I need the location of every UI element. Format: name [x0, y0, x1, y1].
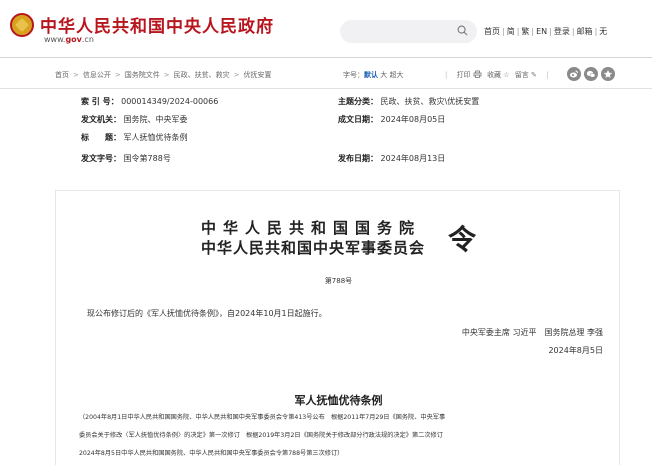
search-input[interactable] — [340, 20, 477, 43]
decree-order-number: 第788号 — [324, 277, 353, 285]
link-home[interactable]: 首页 — [484, 27, 500, 36]
link-mailbox[interactable]: 邮箱 — [577, 27, 593, 36]
meta-date-row: 成文日期： 2024年08月05日 — [338, 114, 445, 125]
chevron-right-icon: > — [163, 71, 170, 79]
chevron-right-icon: > — [233, 71, 240, 79]
meta-date-value: 2024年08月05日 — [380, 115, 446, 124]
top-links: 首页 | 简 | 繁 | EN | 登录 | 邮箱 | 无 — [484, 26, 607, 37]
page-tools: | 打印 收藏 ☆ 留言 ✎ | — [445, 70, 549, 80]
meta-title-label: 标 题： — [81, 133, 121, 142]
favorite-button[interactable]: 收藏 ☆ — [487, 71, 512, 79]
decree-intro: 现公布修订后的《军人抚恤优待条例》，自2024年10月1日起施行。 — [87, 309, 327, 318]
meta-docno-row: 发文字号： 国令第788号 — [81, 153, 171, 166]
meta-issuer-label: 发文机关： — [81, 115, 121, 124]
site-title[interactable]: 中华人民共和国中央人民政府 — [40, 12, 274, 37]
font-size-default[interactable]: 默认 — [364, 71, 378, 79]
breadcrumb-home[interactable]: 首页 — [55, 71, 69, 79]
regulation-title: 军人抚恤优待条例 — [294, 394, 383, 407]
link-simplified[interactable]: 简 — [507, 27, 515, 36]
star-icon: ☆ — [503, 71, 510, 79]
meta-publish-row: 发布日期： 2024年08月13日 — [338, 153, 445, 164]
print-label: 打印 — [456, 71, 471, 79]
meta-index-row: 索 引 号： 000014349/2024-00066 — [81, 96, 218, 109]
print-button[interactable]: 打印 — [456, 70, 484, 79]
link-english[interactable]: EN — [536, 27, 547, 36]
meta-category-label: 主题分类： — [338, 97, 378, 106]
qzone-icon[interactable] — [601, 67, 615, 81]
revision-note-line: 2024年8月5日中华人民共和国国务院、中华人民共和国中央军事委员会令第788号… — [79, 450, 344, 457]
meta-docno-label: 发文字号： — [81, 154, 121, 163]
header-divider — [0, 57, 652, 58]
breadcrumb-preferential-placement[interactable]: 优抚安置 — [244, 71, 272, 79]
link-login[interactable]: 登录 — [554, 27, 570, 36]
breadcrumb-civil-affairs[interactable]: 民政、扶贫、救灾 — [174, 71, 230, 79]
breadcrumb-divider — [0, 88, 652, 89]
font-size-label: 字号： — [343, 71, 364, 79]
decree-heading-military-commission: 中华人民共和国中央军事委员会 — [201, 239, 426, 257]
national-emblem-icon[interactable] — [10, 13, 34, 37]
separator: | — [549, 27, 552, 36]
meta-title-row: 标 题： 军人抚恤优待条例 — [81, 132, 188, 145]
separator: | — [445, 71, 448, 79]
meta-index-label: 索 引 号： — [81, 97, 119, 106]
meta-docno-value: 国令第788号 — [123, 154, 171, 163]
site-url[interactable]: www.gov.cn — [44, 35, 94, 44]
share-icons — [567, 67, 618, 81]
meta-publish-value: 2024年08月13日 — [380, 154, 446, 163]
decree-heading-state-council: 中华人民共和国国务院 — [201, 219, 422, 237]
link-accessibility[interactable]: 无 — [599, 27, 607, 36]
separator: | — [571, 27, 575, 36]
message-label: 留言 — [514, 71, 529, 79]
chevron-right-icon: > — [73, 71, 79, 79]
site-url-gov: gov — [65, 35, 82, 44]
decree-sign-date: 2024年8月5日 — [548, 346, 603, 355]
decree-signers: 中央军委主席 习近平 国务院总理 李强 — [461, 328, 603, 337]
meta-issuer-row: 发文机关： 国务院、中央军委 — [81, 114, 188, 127]
font-size-xlarge[interactable]: 超大 — [389, 71, 403, 79]
meta-title-value: 军人抚恤优待条例 — [123, 133, 188, 142]
separator: | — [516, 27, 520, 36]
wechat-icon[interactable] — [584, 67, 598, 81]
meta-issuer-value: 国务院、中央军委 — [123, 115, 188, 124]
separator: | — [546, 71, 549, 79]
breadcrumb-info-public[interactable]: 信息公开 — [83, 71, 111, 79]
link-traditional[interactable]: 繁 — [521, 27, 529, 36]
weibo-icon[interactable] — [567, 67, 581, 81]
revision-note-line: 委员会关于修改〈军人抚恤优待条例〉的决定》第一次修订 根据2019年3月2日《国… — [79, 432, 443, 439]
edit-icon: ✎ — [531, 71, 537, 79]
breadcrumb: 首页 > 信息公开 > 国务院文件 > 民政、扶贫、救灾 > 优抚安置 — [55, 70, 272, 80]
message-button[interactable]: 留言 ✎ — [515, 71, 539, 79]
search-icon[interactable] — [457, 25, 468, 36]
decree-heading-ling: 令 — [448, 223, 477, 256]
site-header: 中华人民共和国中央人民政府 www.gov.cn 首页 | 简 | 繁 | EN | 登录 | 邮箱… — [0, 0, 652, 56]
revision-note-line: （2004年8月1日中华人民共和国国务院、中华人民共和国中央军事委员会令第413… — [79, 414, 446, 421]
site-url-prefix: www. — [44, 35, 66, 44]
meta-index-value: 000014349/2024-00066 — [121, 97, 219, 106]
separator: | — [502, 27, 505, 36]
font-size-switcher: 字号：默认 大 超大 — [343, 70, 403, 80]
chevron-right-icon: > — [114, 71, 121, 79]
font-size-large[interactable]: 大 — [380, 71, 387, 79]
meta-date-label: 成文日期： — [338, 115, 378, 124]
meta-category-value: 民政、扶贫、救灾\优抚安置 — [380, 97, 480, 106]
document-body: 中华人民共和国国务院 中华人民共和国中央军事委员会 令 第788号 现公布修订后… — [55, 190, 620, 465]
separator: | — [594, 27, 598, 36]
favorite-label: 收藏 — [487, 71, 502, 79]
meta-category-row: 主题分类： 民政、扶贫、救灾\优抚安置 — [338, 96, 479, 107]
breadcrumb-state-council-docs[interactable]: 国务院文件 — [125, 71, 160, 79]
separator: | — [531, 27, 535, 36]
meta-publish-label: 发布日期： — [338, 154, 378, 163]
printer-icon — [473, 70, 482, 78]
breadcrumb-bar: 首页 > 信息公开 > 国务院文件 > 民政、扶贫、救灾 > 优抚安置 字号：默认 大 超大 |… — [0, 64, 652, 86]
site-url-suffix: .cn — [81, 35, 94, 44]
